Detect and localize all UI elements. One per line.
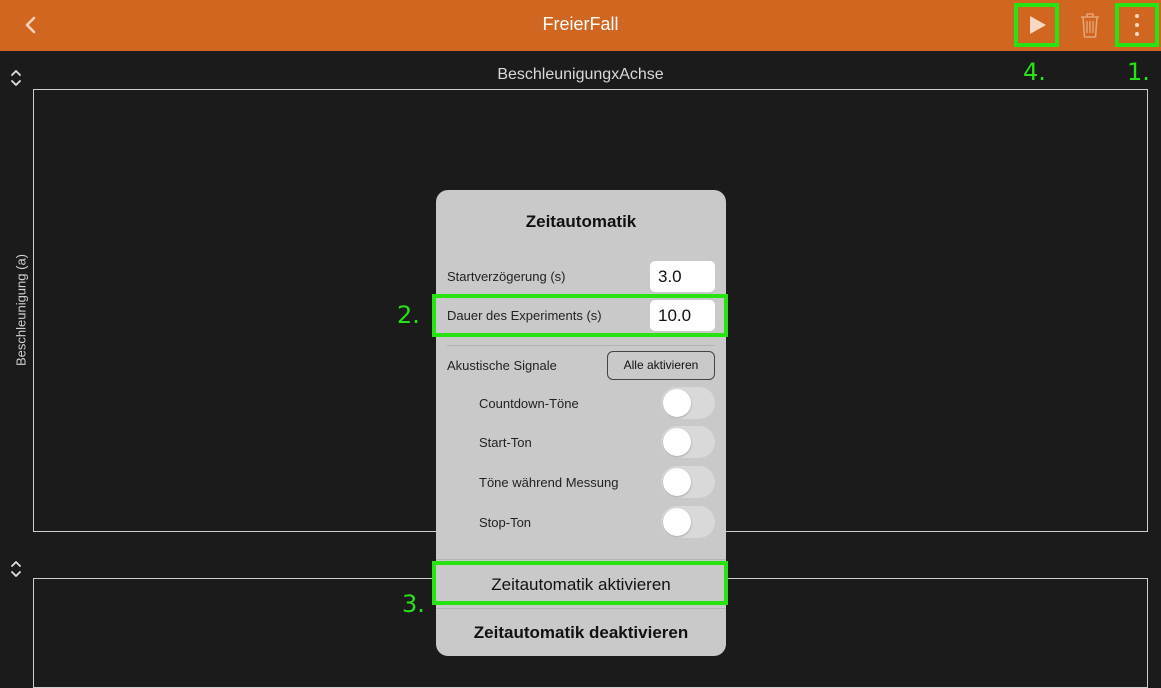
toggle-knob	[663, 468, 691, 496]
during-measurement-toggle[interactable]	[661, 466, 715, 498]
divider	[436, 559, 726, 560]
app-title: FreierFall	[542, 14, 619, 34]
acoustic-signals-label: Akustische Signale	[447, 358, 557, 373]
highlight-box-1	[1115, 3, 1159, 47]
highlight-box-3	[432, 561, 728, 605]
stop-tone-toggle[interactable]	[661, 506, 715, 538]
highlight-box-2	[432, 294, 728, 337]
annotation-label-4: 4.	[1023, 58, 1046, 86]
annotation-label-1: 1.	[1127, 58, 1150, 86]
toggle-knob	[663, 389, 691, 417]
annotation-label-2: 2.	[397, 301, 420, 329]
divider	[436, 608, 726, 609]
dialog-title: Zeitautomatik	[525, 212, 637, 231]
toggle-label-during: Töne während Messung	[479, 475, 619, 490]
app-bar: FreierFall	[0, 0, 1161, 51]
annotation-label-3: 3.	[402, 590, 425, 618]
highlight-box-4	[1014, 3, 1059, 47]
trash-icon[interactable]	[1077, 10, 1103, 40]
toggle-knob	[663, 508, 691, 536]
countdown-toggle[interactable]	[661, 387, 715, 419]
toggle-label-start: Start-Ton	[479, 435, 532, 450]
divider	[447, 345, 715, 346]
chart-title: BeschleunigungxAchse	[497, 66, 664, 83]
collapse-expand-icon[interactable]	[9, 66, 23, 90]
toggle-knob	[663, 428, 691, 456]
collapse-expand-icon-2[interactable]	[9, 557, 23, 581]
enable-all-button[interactable]: Alle aktivieren	[607, 351, 715, 380]
start-delay-label: Startverzögerung (s)	[447, 269, 566, 284]
toggle-label-stop: Stop-Ton	[479, 515, 532, 530]
start-delay-input[interactable]: 3.0	[650, 261, 715, 292]
toggle-label-countdown: Countdown-Töne	[479, 396, 579, 411]
start-tone-toggle[interactable]	[661, 426, 715, 458]
y-axis-label: Beschleunigung (a)	[13, 253, 29, 367]
deactivate-button[interactable]: Zeitautomatik deaktivieren	[436, 623, 726, 643]
